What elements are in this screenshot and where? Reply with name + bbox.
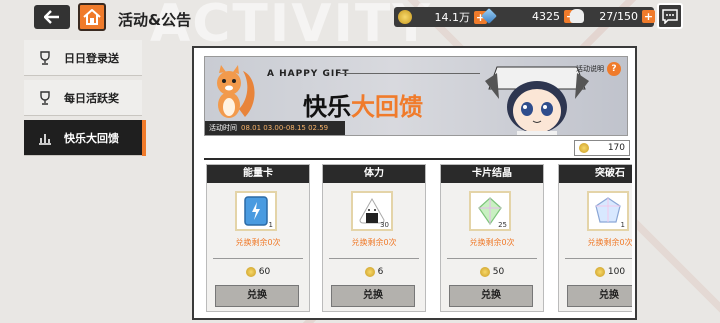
sidebar-item-label: 快乐大回馈 [64,131,119,145]
question-icon: ? [607,62,621,76]
gold-coin-icon [594,267,605,277]
price-value: 50 [492,267,505,277]
remaining-text: 兑换剩余0次 [235,238,281,247]
gold-coin-icon [398,10,412,24]
price-value: 100 [607,267,626,277]
item-count: 30 [380,221,389,229]
price: 100 [559,267,632,277]
gold-coin-icon [479,267,490,277]
item-slot[interactable]: 1 [235,191,277,231]
home-button[interactable] [78,3,106,31]
exchange-card: 卡片结晶 25 兑换剩余0次 50 兑换 [440,164,544,312]
breakthrough-stone-icon [595,197,621,223]
stamina-icon [570,9,584,23]
sidebar-item-daily-login[interactable]: 日日登录送 [24,40,142,76]
price: 6 [323,267,425,277]
exchange-button[interactable]: 兑换 [215,285,299,307]
card-divider [565,258,632,259]
event-time-label: 活动时间 [209,124,237,132]
diamond-resource: 4325 + [481,8,577,24]
price-value: 6 [377,267,384,277]
gold-coin-icon [245,267,256,277]
page-title: 活动&公告 [118,11,192,29]
banner-tagline: A HAPPY GIFT [267,69,350,79]
arrow-left-icon [44,10,59,24]
stamina-resource: 27/150 + [570,9,655,23]
price: 50 [441,267,543,277]
card-title: 能量卡 [207,165,309,183]
sidebar: 日日登录送 每日活跃奖 快乐大回馈 [24,40,146,160]
diamond-icon [481,8,497,24]
trophy-icon [40,90,50,105]
gold-coin-icon [364,267,375,277]
item-count: 25 [498,221,507,229]
item-slot[interactable]: 25 [469,191,511,231]
resource-bar: 14.1万 + 4325 + 27/150 + [394,7,655,27]
banner-tagline-line [340,73,480,74]
exchange-button[interactable]: 兑换 [567,285,632,307]
squirrel-mascot-icon [217,65,255,118]
remaining-text: 兑换剩余0次 [587,238,632,247]
card-title: 卡片结晶 [441,165,543,183]
sidebar-item-daily-active[interactable]: 每日活跃奖 [24,80,142,116]
exchange-button[interactable]: 兑换 [449,285,533,307]
card-divider [447,258,537,259]
banner-title-black: 快乐 [303,93,351,121]
card-divider [329,258,419,259]
trophy-icon [40,50,50,65]
currency-balance: 170 [574,140,630,156]
exchange-card: 体力 30 兑换剩余0次 6 兑换 [322,164,426,312]
sidebar-item-happy-feedback[interactable]: 快乐大回馈 [24,120,146,156]
exchange-card: 突破石 1 兑换剩余0次 100 兑换 [558,164,632,312]
card-title: 体力 [323,165,425,183]
exchange-button[interactable]: 兑换 [331,285,415,307]
card-divider [213,258,303,259]
item-slot[interactable]: 1 [587,191,629,231]
sidebar-item-label: 日日登录送 [64,51,119,65]
item-count: 1 [268,221,273,229]
stamina-value: 27/150 [599,9,638,23]
gold-value: 14.1万 [434,11,471,24]
balance-value: 170 [607,143,625,153]
diamond-value: 4325 [532,9,560,23]
exchange-card-list[interactable]: 能量卡 1 兑换剩余0次 60 兑换 体力 30 兑换剩余0次 6 兑换 卡片结… [206,164,632,316]
sidebar-item-label: 每日活跃奖 [64,91,119,105]
event-help[interactable]: 活动说明 ? [576,62,621,76]
back-button[interactable] [34,5,70,29]
banner-title: 快乐大回馈 [303,87,423,122]
section-divider [204,158,630,160]
item-slot[interactable]: 30 [351,191,393,231]
help-label: 活动说明 [576,65,604,73]
gold-coin-icon [579,143,589,153]
price: 60 [207,267,309,277]
remaining-text: 兑换剩余0次 [351,238,397,247]
energy-card-icon [244,196,268,226]
card-title: 突破石 [559,165,632,183]
banner-title-orange: 大回馈 [351,93,423,121]
gold-resource: 14.1万 + [398,9,487,25]
top-bar: 活动&公告 14.1万 + 4325 + 27/150 + [0,0,720,38]
chat-icon [662,8,678,24]
price-value: 60 [258,267,271,277]
item-count: 1 [620,221,625,229]
event-panel: A HAPPY GIFT 快乐大回馈 活动说明 ? 活动时间 08.01 03.… [192,46,637,320]
event-time-bar: 活动时间 08.01 03.00-08.15 02.59 [205,121,345,135]
chart-icon [39,133,51,145]
home-icon [83,9,101,25]
add-stamina-button[interactable]: + [642,9,655,23]
exchange-card: 能量卡 1 兑换剩余0次 60 兑换 [206,164,310,312]
chat-button[interactable] [657,3,683,29]
remaining-text: 兑换剩余0次 [469,238,515,247]
event-banner: A HAPPY GIFT 快乐大回馈 活动说明 ? 活动时间 08.01 03.… [204,56,628,136]
event-time-range: 08.01 03.00-08.15 02.59 [241,124,329,132]
